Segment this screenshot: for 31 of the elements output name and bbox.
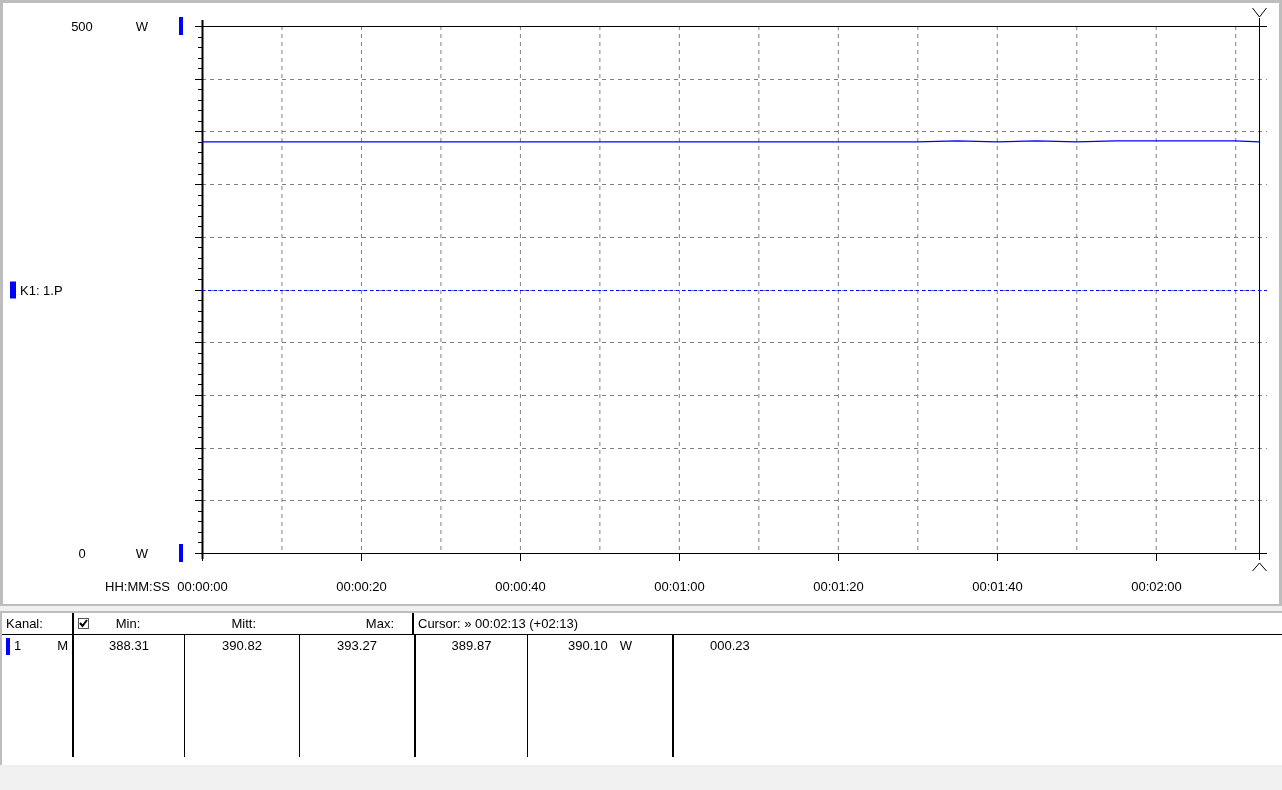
x-tick-label: 00:00:20 [336, 579, 387, 594]
table-cell: 000.23 [672, 635, 1282, 757]
x-axis-title: HH:MM:SS [105, 579, 170, 594]
column-header: Mitt: [230, 616, 256, 631]
table-cell: 388.31 [72, 635, 184, 757]
column-header: Min: [114, 616, 142, 631]
unit-label: W [135, 546, 149, 561]
x-tick-label: 00:01:20 [813, 579, 864, 594]
table-cell: 389.87 [414, 635, 527, 757]
channel-label: K1: 1.P [20, 282, 63, 298]
cursor-header: Cursor: » 00:02:13 (+02:13) [417, 615, 580, 633]
y-tick-label: 0 [78, 546, 86, 561]
checkbox[interactable] [78, 618, 89, 629]
unit-label: W [135, 19, 149, 34]
x-tick-label: 00:02:00 [1131, 579, 1182, 594]
table-cell: 390.82 [184, 635, 299, 757]
x-tick-label: 00:00:40 [495, 579, 546, 594]
scale-marker-icon [179, 544, 183, 562]
x-tick-label: 00:01:00 [654, 579, 705, 594]
y-tick-label: 500 [71, 19, 93, 34]
column-header: Kanal: [5, 615, 44, 633]
channel-number: 1 [14, 638, 22, 653]
unit-label: W [619, 638, 632, 655]
x-tick-label: 00:01:40 [972, 579, 1023, 594]
column-header: Max: [364, 616, 394, 631]
channel-mode: M [57, 638, 68, 653]
table-cell: 393.27 [299, 635, 414, 757]
cursor-line[interactable] [1252, 7, 1267, 572]
scale-marker-icon [179, 17, 183, 35]
table-cell-text: 390.10 [567, 638, 608, 655]
x-tick-label: 00:00:00 [177, 579, 228, 594]
